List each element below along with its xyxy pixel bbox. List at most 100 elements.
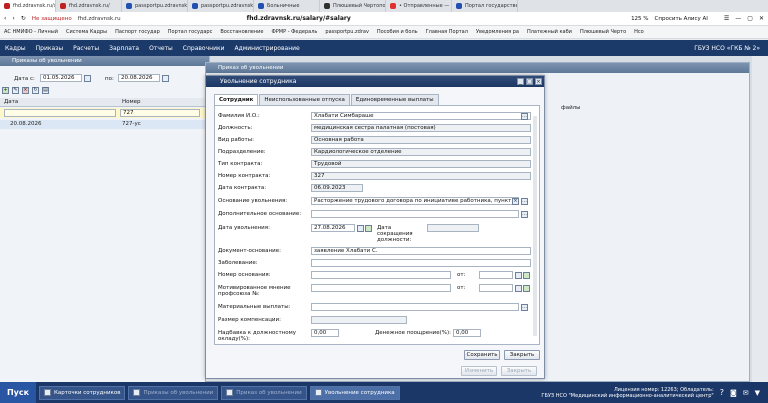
refresh-icon[interactable]: ↻ bbox=[32, 87, 39, 94]
date-from-input[interactable]: 01.05.2026 bbox=[40, 74, 82, 82]
bonus-input[interactable]: 0,00 bbox=[453, 329, 481, 337]
menu-orders[interactable]: Приказы bbox=[36, 45, 63, 52]
allowance-input[interactable]: 0,00 bbox=[311, 329, 339, 337]
select-icon[interactable]: … bbox=[521, 198, 528, 205]
bookmark-item[interactable]: Система Кадры bbox=[66, 29, 107, 35]
dismiss-date-input[interactable]: 27.08.2026 bbox=[311, 224, 355, 232]
page-scrollbar[interactable] bbox=[752, 56, 768, 382]
minimize-icon[interactable]: _ bbox=[517, 78, 524, 85]
reason-select[interactable]: Расторжение трудового договора по инициа… bbox=[311, 197, 519, 205]
select-employee-icon[interactable]: … bbox=[521, 113, 528, 120]
filter-number-input[interactable]: 727 bbox=[120, 109, 200, 117]
bookmark-item[interactable]: Плюшевый Черто bbox=[580, 29, 626, 35]
add-icon[interactable]: + bbox=[2, 87, 9, 94]
calendar-icon[interactable] bbox=[162, 75, 169, 82]
start-button[interactable]: Пуск bbox=[0, 382, 36, 403]
clear-icon[interactable]: × bbox=[512, 198, 519, 205]
calendar-icon[interactable] bbox=[357, 225, 364, 232]
browser-tab[interactable]: Больничные bbox=[254, 0, 320, 12]
doc-basis-input[interactable]: заявление Хлабати С. bbox=[311, 247, 531, 255]
close-icon[interactable]: ✕ bbox=[759, 15, 764, 22]
bookmark-item[interactable]: ФРМР - Федераль bbox=[271, 29, 317, 35]
browser-tab[interactable]: passportpu.zdravnsk.ru/ bbox=[122, 0, 188, 12]
maximize-icon[interactable]: □ bbox=[526, 78, 533, 85]
tab-one-time-payments[interactable]: Единовременные выплаты bbox=[350, 94, 439, 105]
apply-icon[interactable] bbox=[523, 272, 530, 279]
task-order[interactable]: Приказ об увольнении bbox=[221, 385, 307, 400]
apply-icon[interactable] bbox=[523, 285, 530, 292]
task-orders-list[interactable]: Приказы об увольнении bbox=[128, 385, 219, 400]
calendar-icon[interactable] bbox=[515, 285, 522, 292]
extra-reason-select[interactable] bbox=[311, 210, 519, 218]
bookmark-item[interactable]: Главная Портал bbox=[426, 29, 468, 35]
page-title-address[interactable]: fhd.zdravnsk.ru/salary/#salary bbox=[247, 15, 351, 22]
union-input[interactable] bbox=[311, 284, 451, 292]
browser-tab[interactable]: Плюшевый Чертополох bbox=[320, 0, 386, 12]
browser-tab[interactable]: • Отправленные — Яндекс bbox=[386, 0, 452, 12]
bookmark-item[interactable]: passportpu.zdrav bbox=[325, 29, 369, 35]
basis-no-input[interactable] bbox=[311, 271, 451, 279]
close-order-button[interactable]: Закрыть bbox=[501, 366, 537, 376]
url-host[interactable]: fhd.zdravnsk.ru bbox=[78, 16, 121, 22]
camera-icon[interactable]: ◙ bbox=[730, 389, 737, 397]
bookmark-item[interactable]: Паспорт государ bbox=[115, 29, 160, 35]
browser-tab[interactable]: passportpu.zdravnsk.ru bbox=[188, 0, 254, 12]
menu-kadry[interactable]: Кадры bbox=[5, 45, 26, 52]
browser-tab[interactable]: fhd.zdravnsk.ru/salary/ bbox=[0, 0, 56, 12]
menu-calcs[interactable]: Расчеты bbox=[73, 45, 99, 52]
menu-admin[interactable]: Администрирование bbox=[235, 45, 300, 52]
calendar-icon[interactable] bbox=[84, 75, 91, 82]
change-button[interactable]: Изменить bbox=[461, 366, 497, 376]
material-select[interactable] bbox=[311, 303, 519, 311]
print-icon[interactable]: ▤ bbox=[42, 87, 49, 94]
date-to-input[interactable]: 20.08.2026 bbox=[118, 74, 160, 82]
menu-dicts[interactable]: Справочники bbox=[183, 45, 225, 52]
alice-button[interactable]: Спросить Алису AI bbox=[655, 16, 708, 22]
form-scrollbar[interactable] bbox=[533, 116, 537, 336]
forward-icon[interactable]: › bbox=[12, 15, 14, 22]
edit-icon[interactable]: ✎ bbox=[12, 87, 19, 94]
save-button[interactable]: Сохранить bbox=[464, 350, 500, 360]
disease-input[interactable] bbox=[311, 259, 531, 267]
mail-icon[interactable]: ✉ bbox=[743, 389, 749, 397]
bookmark-item[interactable]: Портал государс bbox=[168, 29, 213, 35]
browser-tab[interactable]: Портал государственных bbox=[452, 0, 518, 12]
basis-date-input[interactable] bbox=[479, 271, 513, 279]
menu-icon[interactable]: ☰ bbox=[724, 15, 729, 22]
close-button[interactable]: Закрыть bbox=[504, 350, 540, 360]
menu-salary[interactable]: Зарплата bbox=[109, 45, 139, 52]
tab-employee[interactable]: Сотрудник bbox=[214, 94, 259, 105]
back-icon[interactable]: ‹ bbox=[4, 15, 6, 22]
tab-unused-vacations[interactable]: Неиспользованные отпуска bbox=[259, 94, 350, 105]
select-icon[interactable]: … bbox=[521, 304, 528, 311]
fio-input[interactable]: Хлабати Симбарашe bbox=[311, 112, 531, 120]
bookmark-item[interactable]: Нсо bbox=[634, 29, 644, 35]
menu-reports[interactable]: Отчеты bbox=[149, 45, 173, 52]
reload-icon[interactable]: ↻ bbox=[21, 15, 26, 22]
union-date-input[interactable] bbox=[479, 284, 513, 292]
bookmark-item[interactable]: Уведомления ра bbox=[476, 29, 519, 35]
table-row[interactable]: 20.08.2026 727-ус bbox=[0, 120, 210, 129]
zoom-level[interactable]: 125 % bbox=[631, 16, 648, 22]
delete-icon[interactable]: × bbox=[22, 87, 29, 94]
bookmark-item[interactable]: Восстановление bbox=[220, 29, 263, 35]
apply-icon[interactable] bbox=[365, 225, 372, 232]
close-icon[interactable]: × bbox=[535, 78, 542, 85]
bookmark-item[interactable]: Платежный каби bbox=[527, 29, 572, 35]
select-icon[interactable]: … bbox=[521, 211, 528, 218]
task-employee-cards[interactable]: Карточки сотрудников bbox=[39, 385, 126, 400]
insecure-warning[interactable]: Не защищено bbox=[32, 16, 72, 22]
calendar-icon[interactable] bbox=[515, 272, 522, 279]
files-tab-label[interactable]: файлы bbox=[561, 105, 581, 111]
col-number-header[interactable]: Номер bbox=[122, 99, 141, 105]
minimize-icon[interactable]: — bbox=[735, 15, 741, 22]
collapse-icon[interactable]: ▼ bbox=[755, 389, 760, 397]
help-icon[interactable]: ? bbox=[720, 388, 724, 397]
bookmark-item[interactable]: АС НМИФО - Личный bbox=[4, 29, 58, 35]
task-dismiss-dialog[interactable]: Увольнение сотрудника bbox=[309, 385, 400, 400]
col-date-header[interactable]: Дата bbox=[4, 99, 18, 105]
maximize-icon[interactable]: ▢ bbox=[747, 15, 753, 22]
browser-tab[interactable]: fhd.zdravnsk.ru/ bbox=[56, 0, 122, 12]
bookmark-item[interactable]: Пособия и боль bbox=[377, 29, 418, 35]
filter-date-input[interactable] bbox=[4, 109, 116, 117]
